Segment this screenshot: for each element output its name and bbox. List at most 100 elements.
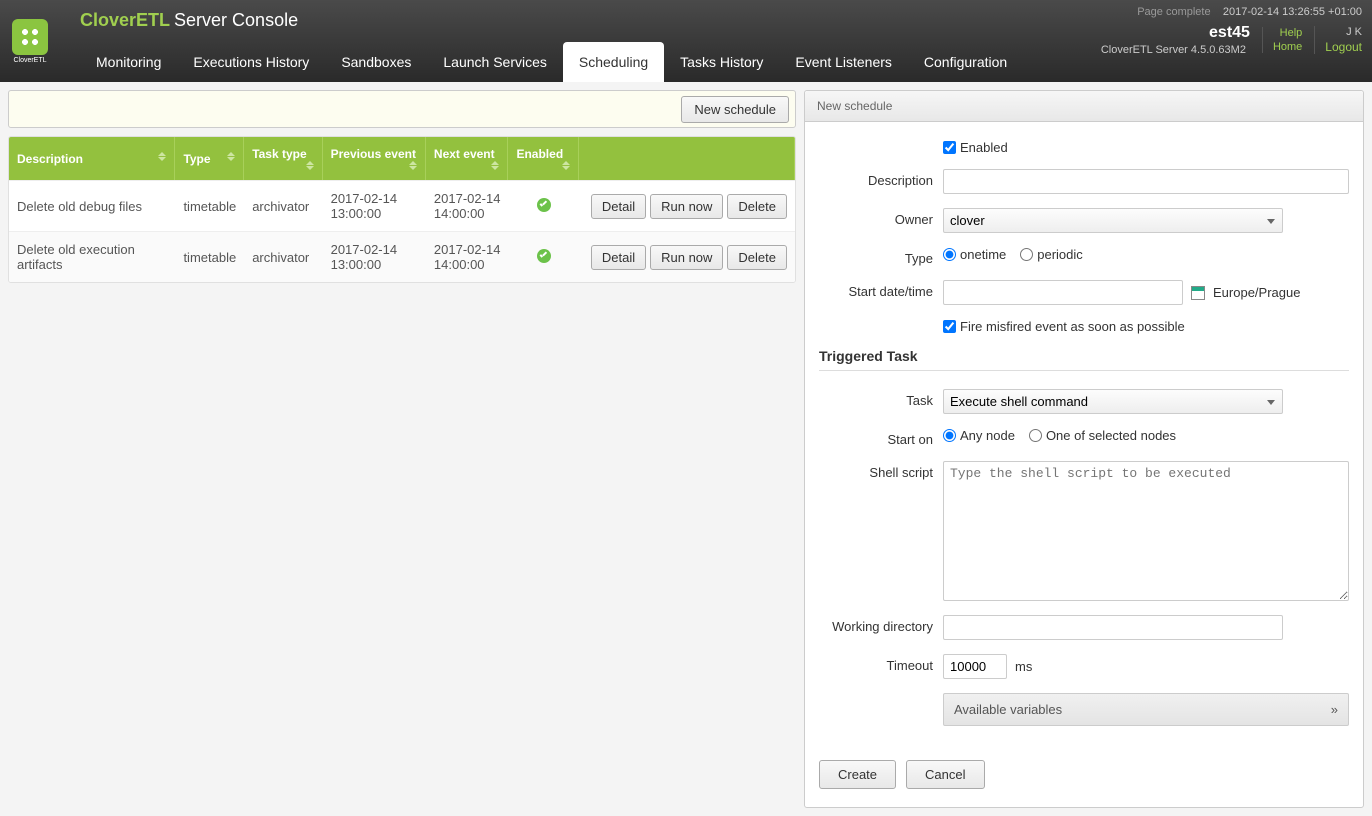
schedule-table: DescriptionTypeTask typePrevious eventNe…	[8, 136, 796, 283]
sort-icon	[227, 152, 235, 161]
timeout-label: Timeout	[819, 654, 943, 673]
nav-tab-launch-services[interactable]: Launch Services	[427, 42, 563, 82]
check-icon	[537, 249, 551, 263]
left-pane: New schedule DescriptionTypeTask typePre…	[8, 90, 796, 808]
col-type[interactable]: Type	[175, 137, 244, 180]
start-label: Start date/time	[819, 280, 943, 299]
detail-button[interactable]: Detail	[591, 245, 646, 270]
cell: 2017-02-1414:00:00	[426, 180, 509, 231]
col-enabled[interactable]: Enabled	[508, 137, 578, 180]
run-now-button[interactable]: Run now	[650, 245, 723, 270]
new-schedule-button[interactable]: New schedule	[681, 96, 789, 123]
available-variables-label: Available variables	[954, 702, 1062, 717]
actions-cell: DetailRun nowDelete	[579, 180, 795, 231]
ms-label: ms	[1015, 659, 1032, 674]
schedule-form: Enabled Description Owner clover	[805, 122, 1363, 750]
shell-script-textarea[interactable]	[943, 461, 1349, 601]
col-previous-event[interactable]: Previous event	[323, 137, 426, 180]
type-periodic-radio[interactable]	[1020, 248, 1033, 261]
description-input[interactable]	[943, 169, 1349, 194]
sort-icon	[409, 161, 417, 170]
delete-button[interactable]: Delete	[727, 194, 787, 219]
sort-icon	[491, 161, 499, 170]
nav-tab-configuration[interactable]: Configuration	[908, 42, 1023, 82]
calendar-icon[interactable]	[1191, 286, 1205, 300]
logo-area: CloverETL	[0, 0, 60, 82]
fire-misfired-label: Fire misfired event as soon as possible	[960, 319, 1185, 334]
home-link[interactable]: Home	[1273, 41, 1302, 53]
cell: timetable	[175, 180, 244, 231]
fire-misfired-checkbox[interactable]	[943, 320, 956, 333]
nav-tab-event-listeners[interactable]: Event Listeners	[779, 42, 908, 82]
cell: 2017-02-1413:00:00	[323, 180, 426, 231]
description-label: Description	[819, 169, 943, 188]
chevron-right-icon: »	[1331, 702, 1338, 717]
cell: archivator	[244, 180, 322, 231]
toolbar: New schedule	[8, 90, 796, 128]
run-now-button[interactable]: Run now	[650, 194, 723, 219]
type-label: Type	[819, 247, 943, 266]
shell-script-label: Shell script	[819, 461, 943, 480]
nav-tab-monitoring[interactable]: Monitoring	[80, 42, 177, 82]
divider	[819, 370, 1349, 371]
app-header: CloverETL CloverETL Server Console Monit…	[0, 0, 1372, 82]
start-on-selected-label: One of selected nodes	[1046, 428, 1176, 443]
start-date-input[interactable]	[943, 280, 1183, 305]
panel-title: New schedule	[805, 91, 1363, 122]
cell: timetable	[175, 231, 244, 282]
nav-tab-scheduling[interactable]: Scheduling	[563, 42, 664, 82]
col-actions	[579, 137, 795, 180]
triggered-task-heading: Triggered Task	[819, 348, 1349, 364]
sort-icon	[158, 152, 166, 161]
cell: 2017-02-1414:00:00	[426, 231, 509, 282]
timezone-label: Europe/Prague	[1213, 285, 1300, 300]
col-task-type[interactable]: Task type	[244, 137, 322, 180]
cell: 2017-02-1413:00:00	[323, 231, 426, 282]
username: J K	[1346, 26, 1362, 38]
cancel-button[interactable]: Cancel	[906, 760, 984, 789]
page-complete-row: Page complete 2017-02-14 13:26:55 +01:00	[1101, 6, 1362, 18]
form-actions: Create Cancel	[805, 750, 1363, 807]
help-links: Help Home	[1262, 27, 1302, 53]
start-on-any-radio[interactable]	[943, 429, 956, 442]
task-select[interactable]: Execute shell command	[943, 389, 1283, 414]
actions-cell: DetailRun nowDelete	[579, 231, 795, 282]
delete-button[interactable]: Delete	[727, 245, 787, 270]
app-title-rest: Server Console	[174, 10, 298, 31]
enabled-cell	[508, 231, 578, 282]
nav-tab-executions-history[interactable]: Executions History	[177, 42, 325, 82]
working-dir-input[interactable]	[943, 615, 1283, 640]
help-link[interactable]: Help	[1273, 27, 1302, 39]
available-variables-toggle[interactable]: Available variables »	[943, 693, 1349, 726]
task-label: Task	[819, 389, 943, 408]
create-button[interactable]: Create	[819, 760, 896, 789]
nav-tab-sandboxes[interactable]: Sandboxes	[325, 42, 427, 82]
est-label: est45	[1209, 24, 1250, 42]
start-on-selected-radio[interactable]	[1029, 429, 1042, 442]
sort-icon	[562, 161, 570, 170]
check-icon	[537, 198, 551, 212]
cell: archivator	[244, 231, 322, 282]
enabled-checkbox[interactable]	[943, 141, 956, 154]
logout-link[interactable]: Logout	[1325, 40, 1362, 54]
working-dir-label: Working directory	[819, 615, 943, 634]
timeout-input[interactable]	[943, 654, 1007, 679]
header-right: Page complete 2017-02-14 13:26:55 +01:00…	[1101, 6, 1362, 56]
logo-text: CloverETL	[13, 57, 46, 64]
type-onetime-label: onetime	[960, 247, 1006, 262]
detail-button[interactable]: Detail	[591, 194, 646, 219]
user-row: est45 CloverETL Server 4.5.0.63M2 Help H…	[1101, 24, 1362, 56]
nav-tab-tasks-history[interactable]: Tasks History	[664, 42, 779, 82]
content: New schedule DescriptionTypeTask typePre…	[0, 82, 1372, 816]
sort-icon	[306, 161, 314, 170]
enabled-label: Enabled	[960, 140, 1008, 155]
timestamp: 2017-02-14 13:26:55 +01:00	[1223, 6, 1362, 18]
col-next-event[interactable]: Next event	[426, 137, 509, 180]
col-description[interactable]: Description	[9, 137, 175, 180]
owner-select[interactable]: clover	[943, 208, 1283, 233]
type-periodic-label: periodic	[1037, 247, 1083, 262]
user-col: J K Logout	[1314, 26, 1362, 54]
owner-label: Owner	[819, 208, 943, 227]
type-onetime-radio[interactable]	[943, 248, 956, 261]
page-complete-label: Page complete	[1137, 6, 1210, 18]
